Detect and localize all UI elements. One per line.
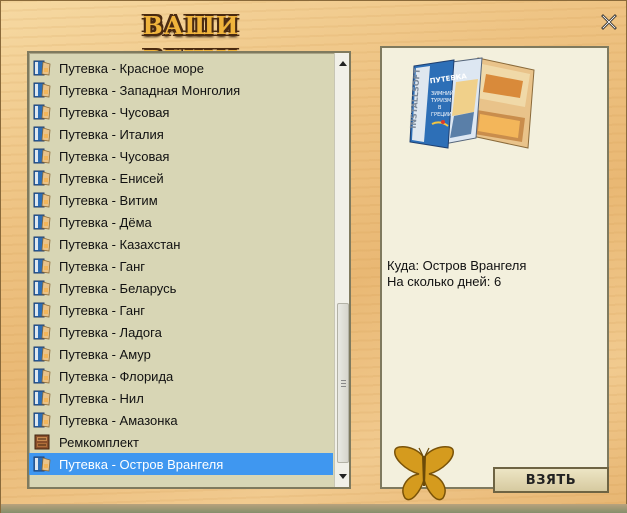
- voucher-icon: [33, 280, 51, 296]
- list-item-label: Путевка - Ганг: [59, 258, 146, 274]
- list-item-label: Путевка - Италия: [59, 126, 164, 142]
- voucher-icon: [33, 170, 51, 186]
- list-item[interactable]: Путевка - Чусовая: [29, 145, 333, 167]
- dialog-title: ВАШИ ВЕЩИ: [142, 11, 240, 74]
- list-item[interactable]: Путевка - Витим: [29, 189, 333, 211]
- voucher-icon: [33, 104, 51, 120]
- list-item-label: Путевка - Беларусь: [59, 280, 177, 296]
- take-button[interactable]: ВЗЯТЬ: [493, 467, 609, 493]
- arrow-up-icon: [339, 61, 347, 66]
- voucher-icon: [33, 82, 51, 98]
- scroll-down-button[interactable]: [335, 469, 349, 485]
- voucher-icon: [33, 126, 51, 142]
- voucher-icon: [33, 324, 51, 340]
- voucher-icon: [33, 368, 51, 384]
- list-item[interactable]: Путевка - Енисей: [29, 167, 333, 189]
- list-item-label: Путевка - Ганг: [59, 302, 146, 318]
- list-item-label: Путевка - Нил: [59, 390, 144, 406]
- travel-brochure-icon: INSTALLSOFT ПУТЕВКА ЗИМНИЙ ТУРИЗМ В ГРЕЦ…: [409, 57, 535, 149]
- list-item[interactable]: Путевка - Чусовая: [29, 101, 333, 123]
- list-item[interactable]: Путевка - Ганг: [29, 299, 333, 321]
- voucher-icon: [33, 236, 51, 252]
- list-item[interactable]: Путевка - Нил: [29, 387, 333, 409]
- list-item-label: Путевка - Красное море: [59, 60, 204, 76]
- voucher-icon: [33, 346, 51, 362]
- brochure-line-2: ТУРИЗМ: [430, 98, 451, 104]
- list-item[interactable]: Путевка - Амур: [29, 343, 333, 365]
- list-item-label: Путевка - Остров Врангеля: [59, 456, 224, 472]
- list-item[interactable]: Путевка - Италия: [29, 123, 333, 145]
- list-item-label: Путевка - Чусовая: [59, 148, 170, 164]
- list-item-label: Путевка - Флорида: [59, 368, 174, 384]
- list-item[interactable]: Ремкомплект: [29, 431, 333, 453]
- list-item-label: Путевка - Дёма: [59, 214, 152, 230]
- list-item[interactable]: Путевка - Амазонка: [29, 409, 333, 431]
- voucher-icon: [33, 390, 51, 406]
- list-item[interactable]: Путевка - Казахстан: [29, 233, 333, 255]
- brochure-line-1: ЗИМНИЙ: [431, 90, 454, 97]
- item-detail-panel: INSTALLSOFT ПУТЕВКА ЗИМНИЙ ТУРИЗМ В ГРЕЦ…: [380, 46, 609, 489]
- list-item[interactable]: Путевка - Западная Монголия: [29, 79, 333, 101]
- list-item[interactable]: Путевка - Ладога: [29, 321, 333, 343]
- brochure-line-4: ГРЕЦИИ: [431, 112, 452, 118]
- butterfly-icon: [394, 445, 454, 501]
- days-text: На сколько дней: 6: [387, 274, 502, 289]
- arrow-down-icon: [339, 474, 347, 479]
- voucher-icon: [33, 412, 51, 428]
- scroll-up-button[interactable]: [335, 55, 349, 71]
- list-item-label: Путевка - Ладога: [59, 324, 162, 340]
- voucher-icon: [33, 302, 51, 318]
- bottom-strip: [1, 504, 627, 513]
- list-item-label: Путевка - Витим: [59, 192, 158, 208]
- voucher-icon: [33, 60, 51, 76]
- destination-text: Куда: Остров Врангеля: [387, 258, 527, 273]
- list-item[interactable]: Путевка - Беларусь: [29, 277, 333, 299]
- voucher-icon: [33, 192, 51, 208]
- voucher-icon: [33, 148, 51, 164]
- list-item[interactable]: Путевка - Красное море: [29, 57, 333, 79]
- voucher-icon: [33, 214, 51, 230]
- close-x-icon: [601, 14, 617, 30]
- voucher-icon: [33, 258, 51, 274]
- list-item-label: Путевка - Западная Монголия: [59, 82, 241, 98]
- scroll-thumb[interactable]: [337, 303, 349, 463]
- list-item-label: Путевка - Казахстан: [59, 236, 181, 252]
- inventory-dialog: ВАШИ ВЕЩИ Путевка - Красное мореПутевка …: [0, 0, 627, 513]
- list-item[interactable]: Путевка - Дёма: [29, 211, 333, 233]
- list-item[interactable]: Путевка - Остров Врангеля: [29, 453, 333, 475]
- list-item-label: Ремкомплект: [59, 434, 139, 450]
- list-item[interactable]: Путевка - Флорида: [29, 365, 333, 387]
- list-item-label: Путевка - Амур: [59, 346, 151, 362]
- list-item[interactable]: Путевка - Ганг: [29, 255, 333, 277]
- items-list-content: Путевка - Красное море Путевка - Западная…: [29, 57, 333, 475]
- voucher-icon: [33, 456, 51, 472]
- list-item-label: Путевка - Амазонка: [59, 412, 178, 428]
- items-list[interactable]: Путевка - Красное море Путевка - Западная…: [27, 51, 351, 489]
- list-scrollbar[interactable]: [334, 53, 349, 487]
- brochure-line-3: В: [438, 105, 442, 111]
- repair-kit-icon: [34, 434, 50, 450]
- close-button[interactable]: [599, 12, 619, 32]
- list-item-label: Путевка - Енисей: [59, 170, 164, 186]
- list-item-label: Путевка - Чусовая: [59, 104, 170, 120]
